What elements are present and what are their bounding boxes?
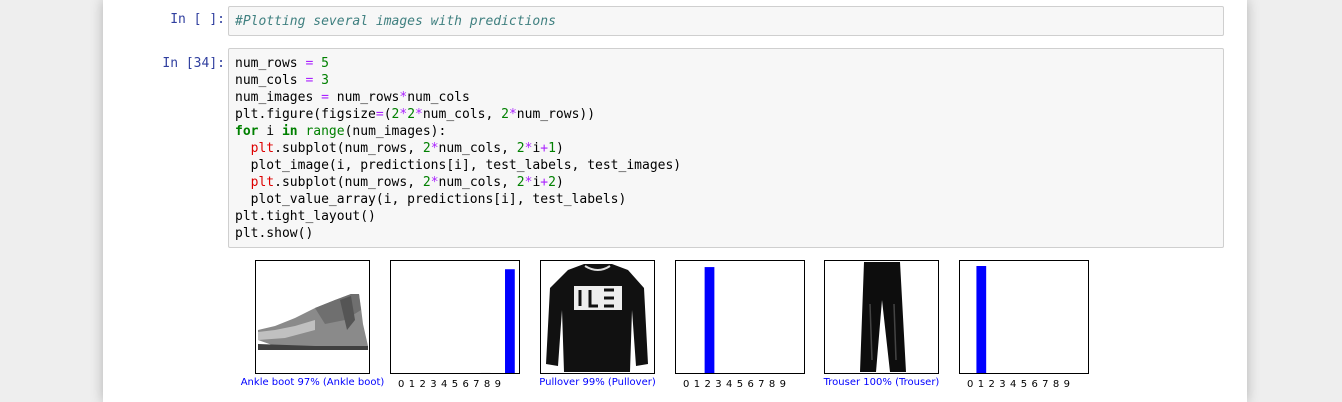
notebook-container: In [ ]: #Plotting several images with pr… <box>103 0 1247 402</box>
bar-chart-background <box>390 260 520 374</box>
prediction-image-panel <box>255 260 370 374</box>
prediction-bar-chart <box>675 260 805 374</box>
prediction-caption: Pullover 99% (Pullover) <box>539 377 656 388</box>
prediction-bar-chart <box>390 260 520 374</box>
prediction-bar-chart <box>959 260 1089 374</box>
bar-chart-background <box>675 260 805 374</box>
prediction-image-panel <box>540 260 655 374</box>
cell-2-output: Ankle boot 97% (Ankle boot) 0 1 2 3 4 5 6… <box>103 0 1247 402</box>
bar-chart-tick-labels: 0 1 2 3 4 5 6 7 8 9 <box>683 379 787 390</box>
prediction-image-panel <box>824 260 939 374</box>
prediction-caption: Trouser 100% (Trouser) <box>823 377 940 388</box>
prediction-caption: Ankle boot 97% (Ankle boot) <box>240 377 385 388</box>
bar-chart-tick-labels: 0 1 2 3 4 5 6 7 8 9 <box>398 379 502 390</box>
probability-bar <box>976 266 987 374</box>
bar-chart-tick-labels: 0 1 2 3 4 5 6 7 8 9 <box>967 379 1071 390</box>
probability-bar <box>505 269 515 374</box>
probability-bar <box>704 267 715 374</box>
